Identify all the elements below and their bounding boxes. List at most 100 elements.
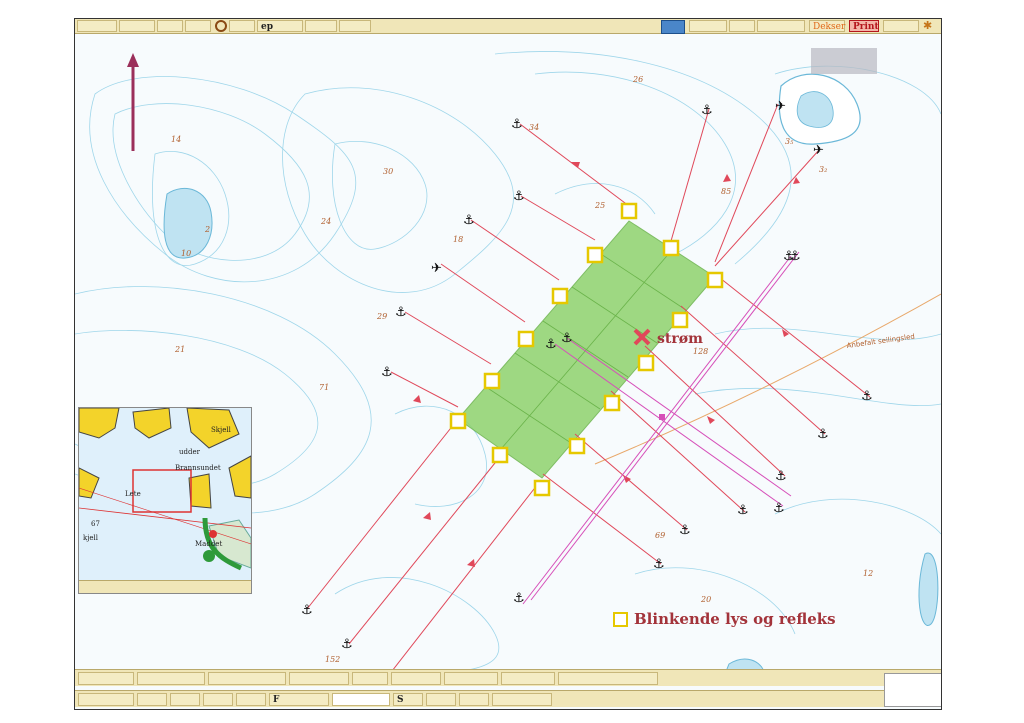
bottom-button-12[interactable] — [170, 692, 200, 706]
bottom-button-4[interactable] — [289, 671, 349, 685]
anchor-icon[interactable]: ⚓ — [653, 557, 665, 572]
bottom-button-10[interactable] — [78, 692, 134, 706]
anchor-icon[interactable]: ✈ — [775, 99, 786, 114]
marker[interactable] — [671, 311, 689, 329]
anchor-icon[interactable]: ⚓ — [679, 523, 691, 538]
toolbar-button-11[interactable] — [883, 20, 919, 32]
depth-label: 10 — [181, 249, 191, 258]
depth-label: 12 — [863, 569, 873, 578]
anchor-icon[interactable]: ⚓ — [463, 213, 475, 228]
marker[interactable] — [551, 287, 569, 305]
toolbar-button-8[interactable] — [689, 20, 727, 32]
anchor-icon[interactable]: ⚓ — [511, 117, 523, 132]
marker[interactable] — [662, 239, 680, 257]
depth-label: 2 — [204, 225, 210, 234]
inset-toolbar[interactable] — [79, 580, 251, 593]
anchor-icon[interactable]: ⚓ — [861, 389, 873, 404]
bottom-toolbar-1 — [75, 669, 941, 686]
anchor-icon[interactable]: ⚓ — [513, 591, 525, 606]
blinking-light-legend-icon — [613, 611, 628, 627]
bottom-button-16[interactable] — [459, 692, 489, 706]
dekser-button[interactable]: Dekser — [809, 20, 845, 32]
anchor-icon[interactable]: ✈ — [431, 261, 442, 276]
field-f[interactable]: F — [269, 692, 329, 706]
marker[interactable] — [491, 446, 509, 464]
toolbar-button-9[interactable] — [729, 20, 755, 32]
compass-icon[interactable]: ✱ — [923, 20, 935, 32]
bottom-button-8[interactable] — [501, 671, 555, 685]
marker[interactable] — [637, 354, 655, 372]
marker[interactable] — [706, 271, 724, 289]
inset-label: kjell — [83, 534, 99, 542]
north-arrow-icon — [127, 53, 139, 151]
bottom-button-3[interactable] — [208, 671, 286, 685]
anchor-icon[interactable]: ✈ — [813, 143, 824, 158]
hatched-area — [811, 48, 877, 74]
toolbar-button-5[interactable] — [229, 20, 255, 32]
overview-inset-map[interactable]: Skjell udder Brannsundet Lete Maddet kje… — [78, 407, 252, 594]
depth-label: 21 — [174, 345, 185, 354]
marker[interactable] — [568, 437, 586, 455]
marker[interactable] — [603, 394, 621, 412]
anchor-icon[interactable]: ⚓ — [341, 637, 353, 652]
anchor-icon[interactable]: ⚓ — [775, 469, 787, 484]
toolbar-button-6[interactable] — [305, 20, 337, 32]
toolbar-button-4[interactable] — [185, 20, 211, 32]
bottom-button-11[interactable] — [137, 692, 167, 706]
depth-label: 3₅ — [785, 137, 794, 146]
anchor-icon[interactable]: ⚓ — [773, 501, 785, 516]
marker[interactable] — [620, 202, 638, 220]
toolbar-button-3[interactable] — [157, 20, 183, 32]
bottom-button-7[interactable] — [444, 671, 498, 685]
toolbar-button-1[interactable] — [77, 20, 117, 32]
bottom-button-17[interactable] — [492, 692, 552, 706]
inset-label: Skjell — [211, 426, 232, 434]
depth-label: 85 — [721, 187, 731, 196]
anchor-icon[interactable]: ⚓ — [301, 603, 313, 618]
inset-label: Lete — [125, 490, 141, 498]
depth-label: 14 — [171, 135, 181, 144]
toolbar-label-ep[interactable]: ep — [257, 20, 303, 32]
field-s[interactable]: S — [393, 692, 423, 706]
depth-label: 3₂ — [819, 165, 827, 174]
depth-label: 69 — [655, 531, 665, 540]
bottom-button-15[interactable] — [426, 692, 456, 706]
anchor-icon[interactable]: ⚓ — [381, 365, 393, 380]
top-toolbar: ep Dekser Print ✱ — [75, 19, 941, 34]
bottom-button-14[interactable] — [236, 692, 266, 706]
marker[interactable] — [483, 372, 501, 390]
bottom-button-13[interactable] — [203, 692, 233, 706]
drift-marker — [659, 414, 665, 420]
anchor-icon[interactable]: ⚓ — [737, 503, 749, 518]
marker[interactable] — [449, 412, 467, 430]
target-icon[interactable] — [215, 20, 227, 32]
anchor-icon[interactable]: ⚓ — [561, 331, 573, 346]
anchor-icon[interactable]: ⚓ — [817, 427, 829, 442]
bottom-button-2[interactable] — [137, 671, 205, 685]
print-button[interactable]: Print — [849, 20, 879, 32]
toolbar-button-2[interactable] — [119, 20, 155, 32]
marker[interactable] — [517, 330, 535, 348]
anchor-icon[interactable]: ⚓ — [395, 305, 407, 320]
anchor-icon[interactable]: ⚓ — [701, 103, 713, 118]
current-label: strøm — [657, 331, 703, 347]
bottom-button-9[interactable] — [558, 671, 658, 685]
depth-label: 25 — [594, 201, 605, 210]
bottom-field-1[interactable] — [332, 692, 390, 706]
marker[interactable] — [586, 246, 604, 264]
selected-color-swatch[interactable] — [661, 20, 685, 34]
legend-label: Blinkende lys og refleks — [634, 610, 836, 628]
bottom-button-5[interactable] — [352, 671, 388, 685]
toolbar-button-7[interactable] — [339, 20, 371, 32]
anchor-icon[interactable]: ⚓ — [513, 189, 525, 204]
depth-label: 24 — [320, 217, 331, 226]
bottom-button-1[interactable] — [78, 671, 134, 685]
anchor-icon[interactable]: ⚓ — [545, 337, 557, 352]
bottom-button-6[interactable] — [391, 671, 441, 685]
scale-bar — [884, 673, 941, 707]
toolbar-button-10[interactable] — [757, 20, 805, 32]
marker[interactable] — [533, 479, 551, 497]
island-left — [163, 187, 213, 259]
depth-label: 152 — [325, 655, 340, 664]
anchor-icon[interactable]: ⚓ — [789, 249, 801, 264]
